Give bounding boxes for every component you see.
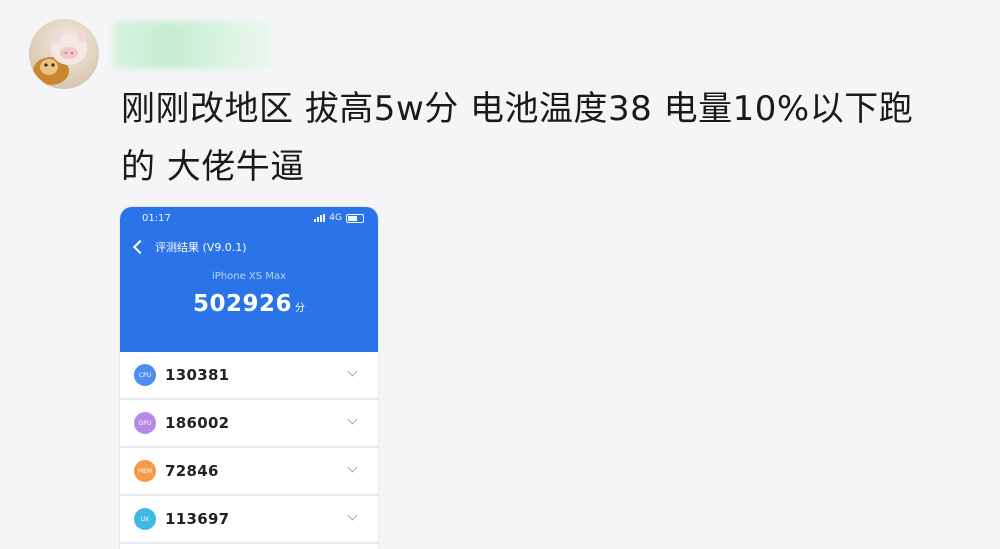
cpu-badge-icon: CPU bbox=[134, 364, 156, 386]
total-score: 502926 bbox=[192, 291, 293, 317]
post-text: 刚刚改地区 拔高5w分 电池温度38 电量10%以下跑 的 大佬牛逼 bbox=[121, 89, 914, 187]
signal-bars-icon bbox=[314, 214, 326, 222]
chevron-down-icon[interactable] bbox=[347, 366, 358, 377]
nav-title: 评测结果 (V9.0.1) bbox=[155, 241, 247, 254]
ux-badge-icon: UX bbox=[134, 508, 156, 530]
status-time: 01:17 bbox=[142, 213, 171, 224]
sub-score-row-mem[interactable]: MEM 72846 bbox=[120, 448, 378, 496]
score-unit: 分 bbox=[295, 303, 306, 314]
ux-score: 113697 bbox=[165, 510, 230, 528]
network-label: 4G bbox=[329, 213, 342, 223]
benchmark-screenshot[interactable]: 01:17 4G 评测结果 (V9.0.1) iPhone XS Max 502… bbox=[120, 207, 378, 549]
sub-score-row-gpu[interactable]: GPU 186002 bbox=[120, 400, 378, 448]
nav-bar: 评测结果 (V9.0.1) bbox=[132, 239, 247, 255]
post-page: 刚刚改地区 拔高5w分 电池温度38 电量10%以下跑 的 大佬牛逼 01:17… bbox=[0, 0, 1000, 549]
battery-icon bbox=[346, 213, 364, 223]
sub-score-row-cpu[interactable]: CPU 130381 bbox=[120, 352, 378, 400]
status-bar-right: 4G bbox=[314, 213, 364, 223]
total-score-row: 502926 分 bbox=[120, 291, 378, 317]
mem-badge-icon: MEM bbox=[134, 460, 156, 482]
gpu-score: 186002 bbox=[165, 414, 230, 432]
device-name: iPhone XS Max bbox=[212, 271, 286, 282]
result-header: 01:17 4G 评测结果 (V9.0.1) iPhone XS Max 502… bbox=[120, 207, 378, 352]
chevron-down-icon[interactable] bbox=[347, 414, 358, 425]
sub-score-list: CPU 130381 GPU 186002 MEM 72846 UX 11369… bbox=[120, 352, 378, 544]
mem-score: 72846 bbox=[165, 462, 219, 480]
cpu-score: 130381 bbox=[165, 366, 230, 384]
chevron-left-icon[interactable] bbox=[132, 239, 148, 255]
gpu-badge-icon: GPU bbox=[134, 412, 156, 434]
chevron-down-icon[interactable] bbox=[347, 462, 358, 473]
avatar-image bbox=[33, 31, 87, 85]
username-blurred[interactable] bbox=[113, 21, 273, 69]
avatar[interactable] bbox=[29, 19, 99, 89]
sub-score-row-ux[interactable]: UX 113697 bbox=[120, 496, 378, 544]
chevron-down-icon[interactable] bbox=[347, 510, 358, 521]
